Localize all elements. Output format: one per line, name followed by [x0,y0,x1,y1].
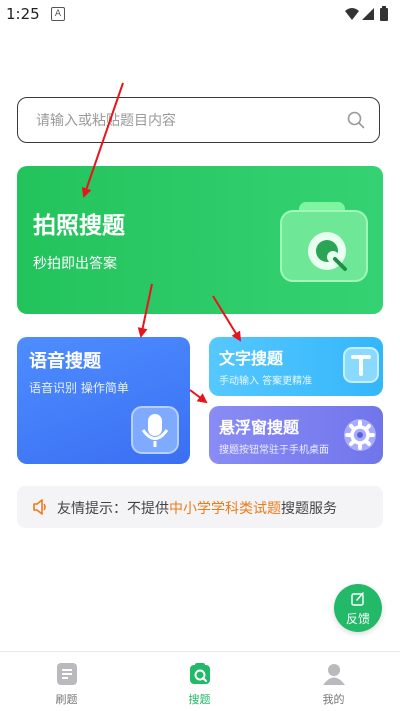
floating-window-search-card[interactable]: 悬浮窗搜题 搜题按钮常驻于手机桌面 [209,406,383,464]
photo-search-subtitle: 秒拍即出答案 [33,256,117,272]
search-input[interactable] [34,98,338,144]
person-icon [323,664,345,685]
tab-practice[interactable]: 刷题 [0,652,133,711]
floating-search-subtitle: 搜题按钮常驻于手机桌面 [219,445,329,456]
notice-suffix: 搜题服务 [281,501,337,517]
tab-profile-label: 我的 [322,693,345,706]
text-search-subtitle: 手动输入 答案更精准 [219,376,313,387]
voice-search-title: 语音搜题 [29,351,101,372]
notice-highlight: 中小学学科类试题 [169,501,281,517]
voice-search-card[interactable]: 语音搜题 语音识别 操作简单 [17,337,190,464]
voice-search-subtitle: 语音识别 操作简单 [29,381,129,395]
search-icon[interactable] [347,111,365,129]
tab-profile[interactable]: 我的 [267,652,400,711]
camera-icon [280,202,368,282]
feedback-label: 反馈 [345,612,370,626]
gear-icon [344,419,376,451]
photo-search-card[interactable]: 拍照搜题 秒拍即出答案 [17,166,383,314]
search-scan-icon [190,663,210,684]
photo-search-title: 拍照搜题 [33,213,125,239]
tab-practice-label: 刷题 [55,693,78,706]
notice-bar: 友情提示：不提供中小学学科类试题搜题服务 [17,486,383,528]
bottom-tab-bar: 刷题 搜题 我的 [0,651,400,711]
wifi-signal-battery-icons [345,6,388,21]
notice-prefix: 友情提示：不提供 [57,501,169,517]
floating-search-title: 悬浮窗搜题 [219,418,300,437]
search-bar[interactable] [17,97,380,144]
edit-icon [351,592,364,606]
text-t-icon [343,347,379,383]
status-time: 1:25 [6,5,40,23]
arrow-to-floating-search [189,389,208,404]
status-bar: 1:25 A [0,0,400,28]
speaker-icon [33,499,46,515]
tab-search[interactable]: 搜题 [133,652,266,711]
tab-search-label: 搜题 [188,693,211,706]
feedback-button[interactable]: 反馈 [334,584,382,632]
notification-icon: A [51,7,65,21]
notice-text: 友情提示：不提供中小学学科类试题搜题服务 [57,498,337,518]
microphone-icon [131,406,179,454]
document-icon [57,663,77,685]
text-search-card[interactable]: 文字搜题 手动输入 答案更精准 [209,337,383,396]
text-search-title: 文字搜题 [219,349,284,368]
